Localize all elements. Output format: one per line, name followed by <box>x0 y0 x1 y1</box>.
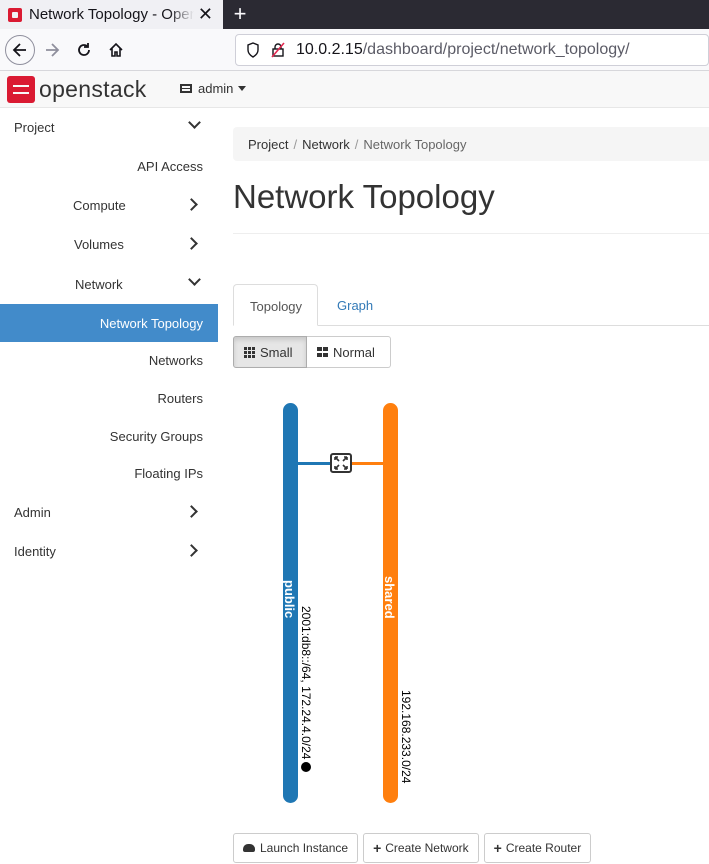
normal-size-label: Normal <box>333 344 375 360</box>
topology-canvas: public shared 2001:db8::/64, 172.24.4.0/… <box>233 390 709 810</box>
openstack-logo-text: openstack <box>39 76 147 102</box>
sidebar-item-label: API Access <box>137 159 203 174</box>
openstack-logo[interactable]: openstack <box>7 76 147 103</box>
divider <box>233 233 709 234</box>
network-cidr-shared: 192.168.233.0/24 <box>399 690 413 784</box>
create-network-label: Create Network <box>385 841 469 855</box>
create-router-label: Create Router <box>505 841 582 855</box>
sidebar-item-security-groups[interactable]: Security Groups <box>0 417 218 455</box>
breadcrumb: Project / Network / Network Topology <box>233 127 709 161</box>
back-button[interactable] <box>5 35 35 65</box>
url-host: 10.0.2.15 <box>296 41 363 58</box>
project-list-icon <box>180 84 192 93</box>
sidebar-item-identity[interactable]: Identity <box>0 532 218 570</box>
sidebar-item-label: Routers <box>157 391 203 406</box>
topology-tabs: Topology Graph <box>233 284 709 326</box>
th-icon <box>244 347 256 358</box>
small-size-label: Small <box>260 344 293 360</box>
size-toggle: Small Normal <box>233 336 391 368</box>
insecure-lock-icon[interactable] <box>270 42 286 58</box>
breadcrumb-separator: / <box>354 137 359 152</box>
sidebar-item-label: Networks <box>148 353 203 368</box>
sidebar-item-label: Network Topology <box>99 316 203 331</box>
launch-instance-label: Launch Instance <box>260 841 349 855</box>
browser-tab-title: Network Topology - OpenStack Dashboard <box>29 6 194 23</box>
forward-button[interactable] <box>37 35 67 65</box>
forward-arrow-icon <box>46 43 60 57</box>
openstack-header: openstack admin <box>0 71 709 108</box>
page-title: Network Topology <box>233 178 495 215</box>
router-icon[interactable] <box>330 453 352 473</box>
sidebar-item-label: Identity <box>14 544 56 559</box>
router-link-public <box>298 462 331 465</box>
breadcrumb-separator: / <box>293 137 298 152</box>
network-name-public: public <box>282 580 297 619</box>
sidebar-item-network[interactable]: Network <box>0 265 218 303</box>
sidebar-item-project[interactable]: Project <box>0 108 218 146</box>
url-text: 10.0.2.15/dashboard/project/network_topo… <box>296 41 630 59</box>
project-dropdown[interactable]: admin <box>180 81 247 96</box>
sidebar-item-api-access[interactable]: API Access <box>0 147 218 185</box>
sidebar-item-routers[interactable]: Routers <box>0 379 218 417</box>
chevron-right-icon <box>185 237 198 250</box>
url-bar[interactable]: 10.0.2.15/dashboard/project/network_topo… <box>235 34 709 66</box>
network-name-shared: shared <box>382 576 397 619</box>
router-arrows-icon <box>334 456 348 470</box>
chevron-down-icon <box>188 273 201 286</box>
breadcrumb-network[interactable]: Network <box>302 137 350 152</box>
tab-topology[interactable]: Topology <box>233 284 318 326</box>
chevron-right-icon <box>185 505 198 518</box>
sidebar-item-admin[interactable]: Admin <box>0 493 218 531</box>
browser-tab-bar: Network Topology - OpenStack Dashboard ✕… <box>0 0 709 29</box>
browser-toolbar: 10.0.2.15/dashboard/project/network_topo… <box>0 29 709 71</box>
sidebar-item-label: Network <box>75 277 123 292</box>
sidebar-item-label: Project <box>14 120 55 135</box>
reload-icon <box>78 43 90 56</box>
sidebar-item-network-topology[interactable]: Network Topology <box>0 304 218 342</box>
shield-icon[interactable] <box>246 42 260 58</box>
project-dropdown-label: admin <box>198 81 234 96</box>
sidebar-item-label: Compute <box>73 198 126 213</box>
cidr-text: 2001:db8::/64, 172.24.4.0/24 <box>299 606 313 760</box>
url-path: /dashboard/project/network_topology/ <box>362 41 630 58</box>
sidebar-item-compute[interactable]: Compute <box>0 186 218 224</box>
breadcrumb-project[interactable]: Project <box>248 137 288 152</box>
browser-tab[interactable]: Network Topology - OpenStack Dashboard ✕ <box>0 0 223 29</box>
tab-graph[interactable]: Graph <box>321 284 389 326</box>
breadcrumb-current: Network Topology <box>363 137 467 152</box>
back-arrow-icon <box>12 43 26 57</box>
sidebar: Project API Access Compute Volumes Netwo… <box>0 108 218 864</box>
sidebar-item-label: Security Groups <box>109 429 203 444</box>
network-cidr-public: 2001:db8::/64, 172.24.4.0/24 <box>299 606 313 773</box>
router-link-shared <box>351 462 383 465</box>
sidebar-item-networks[interactable]: Networks <box>0 341 218 379</box>
cloud-upload-icon <box>243 844 255 852</box>
chevron-right-icon <box>185 544 198 557</box>
sidebar-item-label: Floating IPs <box>134 466 203 481</box>
reload-button[interactable] <box>69 35 99 65</box>
home-icon <box>109 42 123 57</box>
sidebar-item-volumes[interactable]: Volumes <box>0 225 218 263</box>
close-tab-icon[interactable]: ✕ <box>198 4 213 25</box>
create-router-button[interactable]: + Create Router <box>483 833 592 863</box>
chevron-down-icon <box>188 116 201 129</box>
globe-icon <box>301 762 311 773</box>
create-network-button[interactable]: + Create Network <box>363 833 479 863</box>
th-large-icon <box>317 347 328 357</box>
topology-actions: Launch Instance + Create Network + Creat… <box>233 833 592 863</box>
openstack-logo-icon <box>7 76 35 103</box>
home-button[interactable] <box>101 35 131 65</box>
launch-instance-button[interactable]: Launch Instance <box>233 833 359 863</box>
caret-down-icon <box>238 86 247 91</box>
chevron-right-icon <box>185 198 198 211</box>
normal-size-button[interactable]: Normal <box>307 336 391 368</box>
plus-icon: + <box>373 840 382 856</box>
sidebar-item-label: Volumes <box>74 237 124 252</box>
openstack-favicon-icon <box>8 7 22 22</box>
new-tab-icon[interactable]: + <box>230 1 250 27</box>
sidebar-item-floating-ips[interactable]: Floating IPs <box>0 454 218 492</box>
plus-icon: + <box>493 840 502 856</box>
small-size-button[interactable]: Small <box>233 336 307 368</box>
sidebar-item-label: Admin <box>14 505 51 520</box>
